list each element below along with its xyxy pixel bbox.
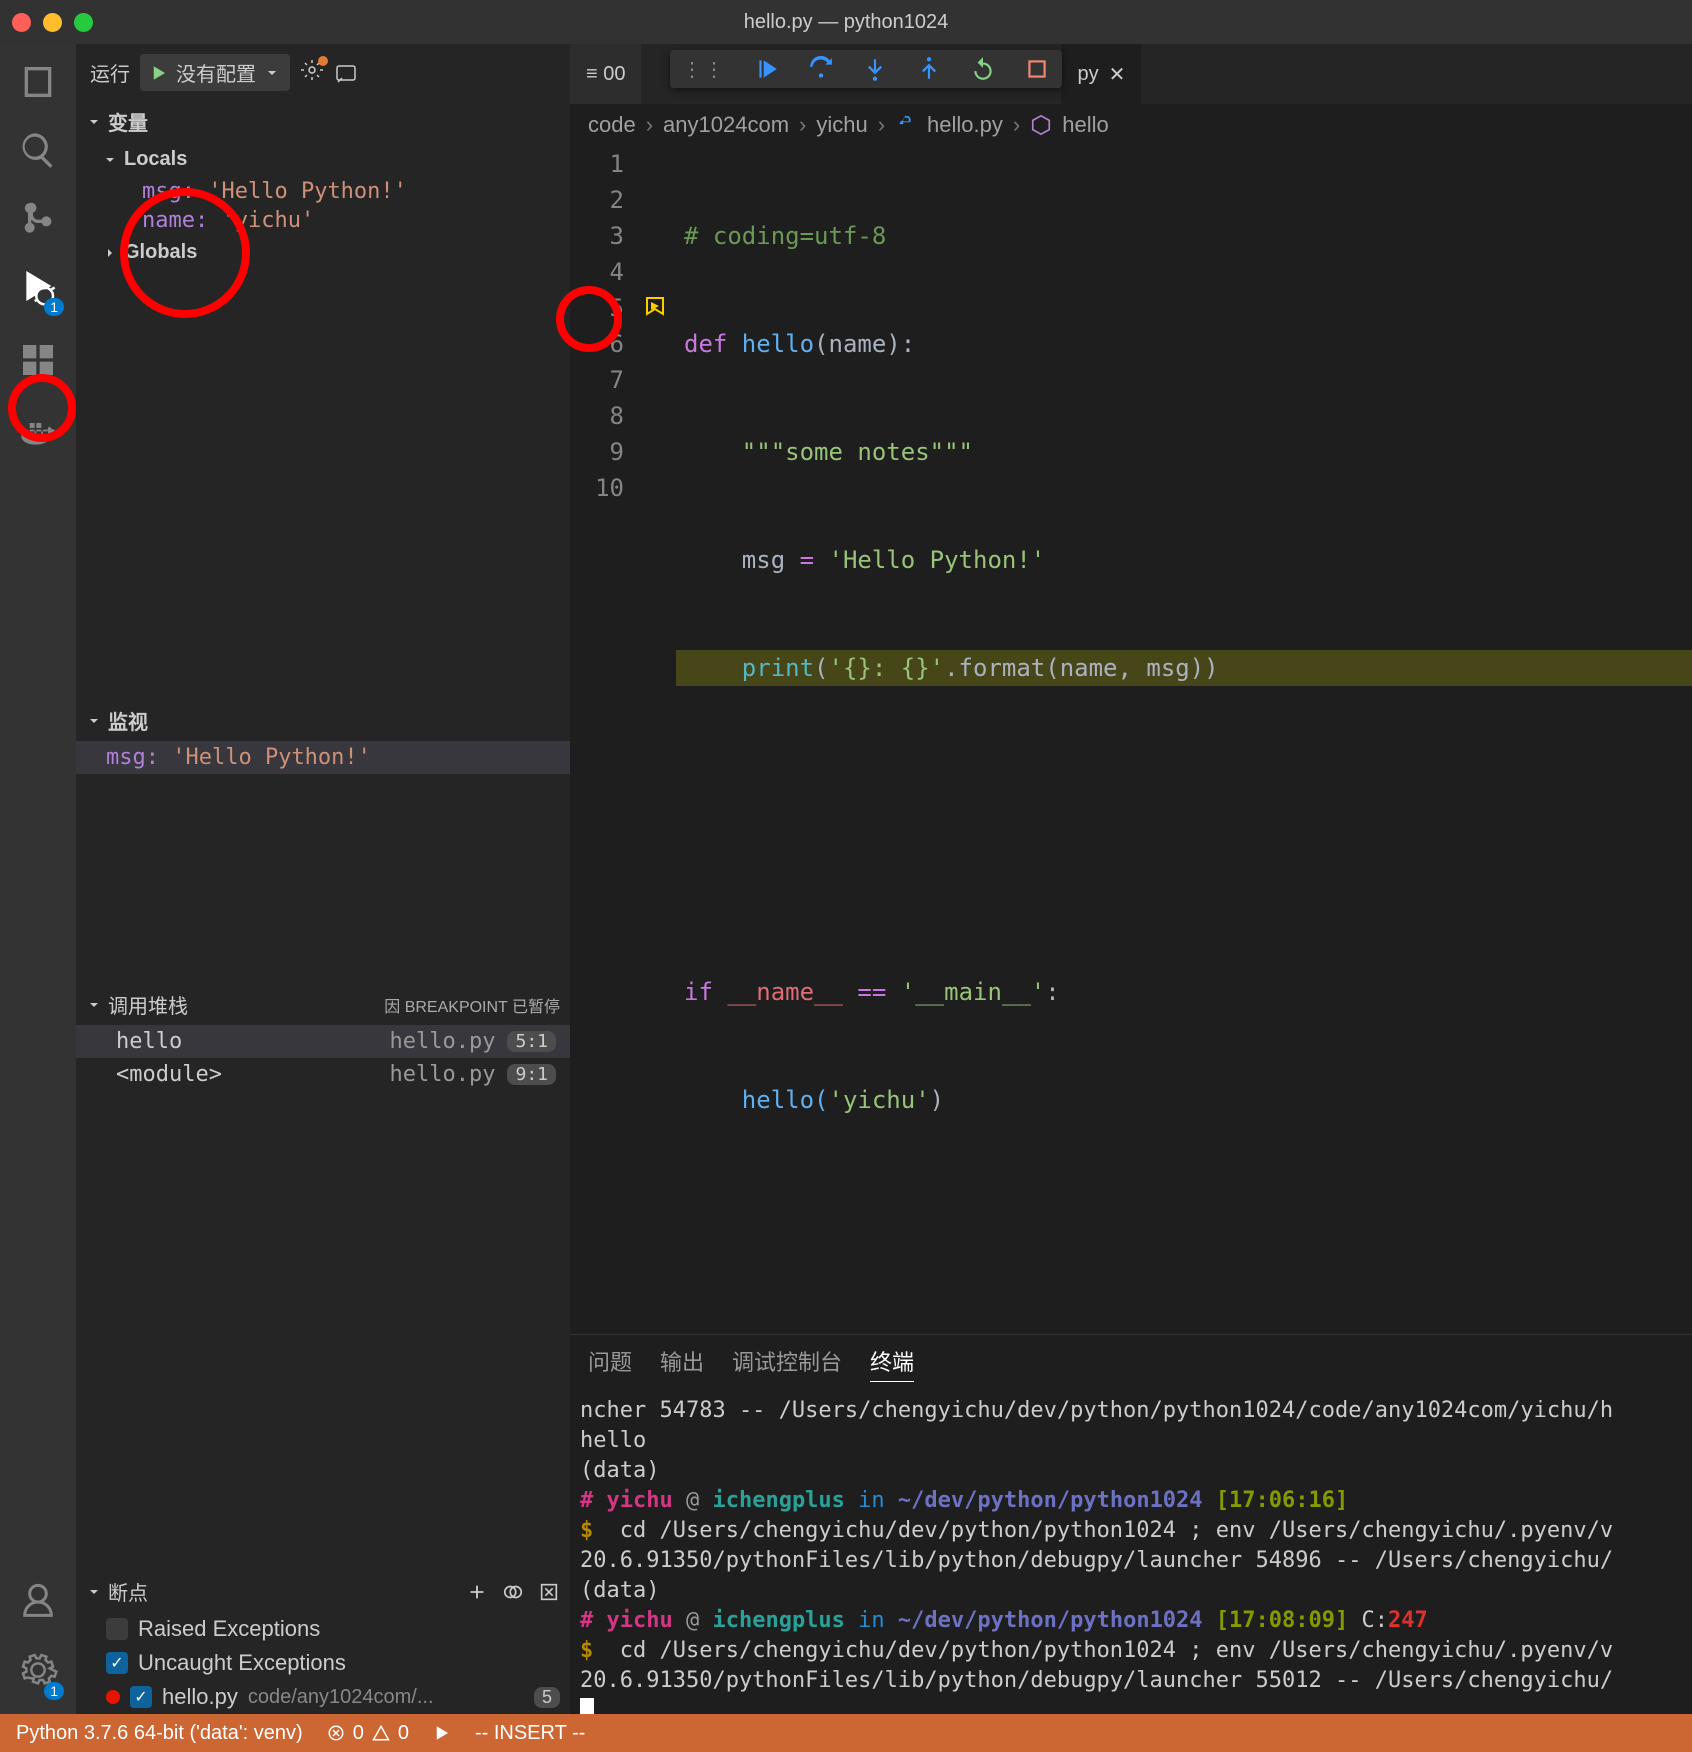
- restart-icon[interactable]: [970, 56, 996, 82]
- breadcrumbs[interactable]: code› any1024com› yichu› hello.py› hello: [570, 104, 1692, 146]
- bp-uncaught[interactable]: ✓ Uncaught Exceptions: [76, 1646, 570, 1680]
- search-icon[interactable]: [18, 130, 58, 170]
- step-out-icon[interactable]: [916, 56, 942, 82]
- editor-area: ≡ 00 ⋮⋮ py ✕ code› any1024com› yichu› he…: [570, 44, 1692, 1714]
- run-label: 运行: [90, 58, 130, 87]
- python-file-icon: [895, 114, 917, 136]
- run-config-name: 没有配置: [176, 58, 256, 87]
- debug-sidebar: 运行 没有配置 变量 Locals msg: 'Hello Python!' n…: [76, 44, 570, 1714]
- chevron-right-icon: [102, 245, 118, 261]
- debug-settings-icon[interactable]: [300, 58, 324, 88]
- checkbox[interactable]: ✓: [106, 1652, 128, 1674]
- error-icon: [327, 1724, 345, 1742]
- window-title: hello.py — python1024: [744, 11, 949, 34]
- titlebar: hello.py — python1024: [0, 0, 1692, 44]
- chevron-down-icon: [86, 114, 102, 130]
- bottom-panel: 问题 输出 调试控制台 终端 ncher 54783 -- /Users/che…: [570, 1334, 1692, 1714]
- account-icon[interactable]: [18, 1582, 58, 1622]
- toggle-all-icon[interactable]: [502, 1581, 524, 1603]
- glyph-margin: [640, 146, 676, 1334]
- docker-icon[interactable]: [18, 408, 58, 448]
- status-python[interactable]: Python 3.7.6 64-bit ('data': venv): [16, 1722, 303, 1745]
- activity-bar: 1 1: [0, 44, 76, 1714]
- status-mode: -- INSERT --: [475, 1722, 585, 1745]
- editor-tab-hello[interactable]: py ✕: [1061, 44, 1141, 104]
- run-config-select[interactable]: 没有配置: [140, 54, 290, 91]
- tab-output[interactable]: 输出: [660, 1345, 704, 1382]
- debug-console-icon[interactable]: [334, 61, 358, 85]
- run-debug-wrap[interactable]: 1: [18, 266, 58, 312]
- line-gutter: 123 456 789 10: [570, 146, 640, 1334]
- status-errors[interactable]: 0 0: [327, 1722, 409, 1745]
- editor-tab-hint[interactable]: ≡ 00: [570, 44, 641, 104]
- tab-problems[interactable]: 问题: [588, 1345, 632, 1382]
- debug-toolbar: 运行 没有配置: [76, 44, 570, 101]
- extensions-icon[interactable]: [18, 340, 58, 380]
- section-watch[interactable]: 监视: [76, 700, 570, 741]
- continue-icon[interactable]: [754, 56, 780, 82]
- traffic-lights: [12, 13, 93, 32]
- settings-wrap[interactable]: 1: [18, 1650, 58, 1696]
- tab-terminal[interactable]: 终端: [870, 1345, 914, 1382]
- current-line-icon: [644, 294, 668, 318]
- chevron-down-icon: [86, 713, 102, 729]
- callstack-frame[interactable]: <module> hello.py 9:1: [76, 1058, 570, 1091]
- panel-tabs: 问题 输出 调试控制台 终端: [570, 1335, 1692, 1392]
- watch-msg[interactable]: msg: 'Hello Python!': [76, 741, 570, 774]
- code-content[interactable]: # coding=utf-8 def hello(name): """some …: [676, 146, 1692, 1334]
- checkbox[interactable]: ✓: [130, 1686, 152, 1708]
- step-into-icon[interactable]: [862, 56, 888, 82]
- terminal-cursor: [580, 1698, 594, 1714]
- minimize-window[interactable]: [43, 13, 62, 32]
- tab-debugconsole[interactable]: 调试控制台: [732, 1345, 842, 1382]
- status-bar: Python 3.7.6 64-bit ('data': venv) 0 0 -…: [0, 1714, 1692, 1752]
- symbol-icon: [1030, 114, 1052, 136]
- bp-file[interactable]: ✓ hello.py code/any1024com/... 5: [76, 1680, 570, 1714]
- section-breakpoints[interactable]: 断点: [76, 1571, 570, 1612]
- source-control-icon[interactable]: [18, 198, 58, 238]
- var-msg[interactable]: msg: 'Hello Python!': [76, 177, 570, 206]
- settings-badge: 1: [44, 1682, 64, 1700]
- paused-reason: 因 BREAKPOINT 已暂停: [384, 993, 560, 1017]
- warning-icon: [372, 1724, 390, 1742]
- play-icon: [150, 64, 168, 82]
- chevron-down-icon: [86, 997, 102, 1013]
- terminal[interactable]: ncher 54783 -- /Users/chengyichu/dev/pyt…: [570, 1392, 1692, 1714]
- breakpoint-dot-icon: [106, 1690, 120, 1704]
- chevron-down-icon: [86, 1584, 102, 1600]
- scope-globals[interactable]: Globals: [76, 235, 570, 270]
- checkbox[interactable]: [106, 1618, 128, 1640]
- explorer-icon[interactable]: [18, 62, 58, 102]
- chevron-down-icon: [102, 152, 118, 168]
- bp-raised[interactable]: Raised Exceptions: [76, 1612, 570, 1646]
- debug-floating-toolbar[interactable]: ⋮⋮: [670, 50, 1062, 88]
- debug-badge: 1: [44, 298, 64, 316]
- close-icon[interactable]: ✕: [1109, 62, 1126, 87]
- stop-icon[interactable]: [1024, 56, 1050, 82]
- step-over-icon[interactable]: [808, 56, 834, 82]
- play-icon[interactable]: [433, 1724, 451, 1742]
- zoom-window[interactable]: [74, 13, 93, 32]
- section-variables[interactable]: 变量: [76, 101, 570, 142]
- chevron-down-icon: [264, 65, 280, 81]
- scope-locals[interactable]: Locals: [76, 142, 570, 177]
- remove-all-icon[interactable]: [538, 1581, 560, 1603]
- grip-icon[interactable]: ⋮⋮: [682, 57, 726, 81]
- callstack-frame[interactable]: hello hello.py 5:1: [76, 1025, 570, 1058]
- add-icon[interactable]: [466, 1581, 488, 1603]
- section-callstack[interactable]: 调用堆栈 因 BREAKPOINT 已暂停: [76, 984, 570, 1025]
- var-name[interactable]: name: 'yichu': [76, 206, 570, 235]
- close-window[interactable]: [12, 13, 31, 32]
- tab-bar: ≡ 00 ⋮⋮ py ✕: [570, 44, 1692, 104]
- bp-actions: [466, 1581, 560, 1603]
- code-editor[interactable]: 123 456 789 10 # coding=utf-8 def hello(…: [570, 146, 1692, 1334]
